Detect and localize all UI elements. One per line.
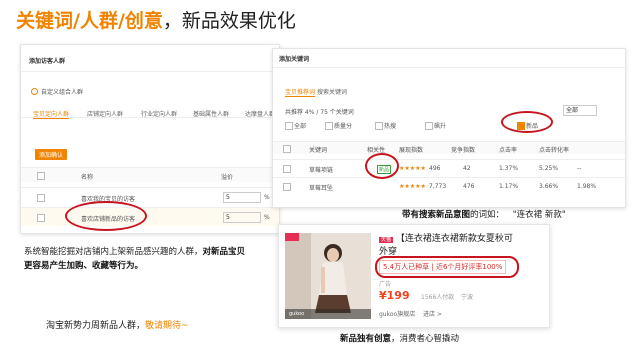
location: 宁波 xyxy=(461,294,474,301)
header-divider xyxy=(273,67,625,68)
tab-shop[interactable]: 店铺定向人群 xyxy=(87,109,123,118)
col-cvr: 点击转化率 xyxy=(539,147,570,154)
header-divider xyxy=(21,71,279,72)
title-highlight: 关键词/人群/创意 xyxy=(16,10,163,32)
filter-hot: 热搜 xyxy=(384,123,397,130)
keyword-count: 共推荐 4% / 75 个关键词 xyxy=(285,109,354,116)
filter-quality: 质量分 xyxy=(334,123,353,130)
keyword-caption-quote: "连衣裙 新款" xyxy=(512,210,566,220)
pct-label: % xyxy=(264,194,270,201)
table-row: 草莓项链 新品 ★★★★★ 496 42 1.37% 5.25% -- xyxy=(273,159,625,176)
audience-caption-a: 系统智能挖掘对店铺内上架新品感兴趣的人群， xyxy=(24,247,203,257)
product-title-line1: 【连衣裙连衣裙新款女夏秋可 xyxy=(395,234,513,244)
row-checkbox[interactable] xyxy=(283,183,291,191)
custom-audience-label: 自定义组合人群 xyxy=(41,89,84,96)
product-card[interactable]: gukoo 天猫 【连衣裙连衣裙新款女夏秋可 外穿 5.4万人已种草 | 近6个… xyxy=(278,224,550,328)
filter-rising: 飙升 xyxy=(434,123,447,130)
product-title[interactable]: 天猫 【连衣裙连衣裙新款女夏秋可 外穿 xyxy=(379,233,543,258)
cvr-value: 3.66% xyxy=(539,183,559,190)
new-force-text: 淘宝新势力周新品人群， xyxy=(46,321,146,331)
model-photo-icon xyxy=(285,233,371,319)
tab-search-keywords[interactable]: 搜索关键词 xyxy=(317,87,347,96)
competition-value: 42 xyxy=(463,165,471,172)
creative-caption: 新品独有创意，消费者心智撬动 xyxy=(340,332,459,344)
filter-checkbox[interactable] xyxy=(285,122,293,130)
tmall-badge: 天猫 xyxy=(379,237,394,243)
shop-name[interactable]: gukoo旗舰店 xyxy=(379,309,415,318)
audience-tab-bar: 宝贝定向人群 店铺定向人群 行业定向人群 基础属性人群 达摩盘人群 xyxy=(21,103,279,119)
hot-ribbon xyxy=(285,233,299,241)
filter-checkbox[interactable] xyxy=(375,122,383,130)
keyword-caption-rest: 的词如： xyxy=(470,210,505,220)
table-row: 喜欢我的宝贝的访客 5 % xyxy=(21,187,279,206)
cvr-value: 5.25% xyxy=(539,165,559,172)
filter-checkbox[interactable] xyxy=(425,122,433,130)
tab-recommend-keywords[interactable]: 宝贝推荐词 xyxy=(285,87,316,97)
keyword-panel-header: 添加关键词 xyxy=(279,56,310,63)
col-name: 名称 xyxy=(81,174,94,181)
impressions-value: 496 xyxy=(429,165,441,172)
radio-icon[interactable] xyxy=(31,88,38,95)
keyword-caption: 带有搜索新品意图的词如： "连衣裙 新款" xyxy=(402,208,566,220)
highlight-oval xyxy=(65,201,147,231)
product-image[interactable] xyxy=(285,233,371,319)
select-all-checkbox[interactable] xyxy=(283,145,291,153)
enter-shop-link[interactable]: 进店 > xyxy=(423,309,442,318)
audience-panel: 添加访客人群 自定义组合人群 宝贝定向人群 店铺定向人群 行业定向人群 基础属性… xyxy=(20,44,280,234)
bid-input[interactable]: 5 xyxy=(223,192,261,203)
image-label: gukoo xyxy=(289,311,305,317)
extra-value: -- xyxy=(577,165,582,172)
new-force-caption: 淘宝新势力周新品人群，敬请期待~ xyxy=(46,318,189,331)
keyword: 草莓项链 xyxy=(309,167,334,174)
ctr-value: 1.37% xyxy=(499,165,519,172)
highlight-oval xyxy=(501,111,553,133)
filter-select[interactable]: 全部 xyxy=(563,105,597,116)
stars-rating: ★★★★★ xyxy=(399,183,426,190)
pct-label: % xyxy=(264,214,270,221)
highlight-oval xyxy=(365,153,399,179)
sold-count: 1566人付款 xyxy=(421,294,455,301)
col-ctr: 点击率 xyxy=(499,147,518,154)
col-impressions: 展现指数 xyxy=(399,147,424,154)
tab-basic[interactable]: 基础属性人群 xyxy=(193,109,229,118)
table-header: 名称 溢价 xyxy=(21,167,279,182)
extra-value: 1.98% xyxy=(577,183,597,190)
title-rest: ，新品效果优化 xyxy=(162,10,296,32)
row-checkbox[interactable] xyxy=(283,165,291,173)
keyword: 草莓耳坠 xyxy=(309,185,334,192)
row-checkbox[interactable] xyxy=(37,214,45,222)
col-keyword: 关键词 xyxy=(309,147,328,154)
ctr-value: 1.17% xyxy=(499,183,519,190)
col-bid: 溢价 xyxy=(221,174,234,181)
audience-caption-b: 对新品宝贝 xyxy=(202,247,246,257)
add-confirm-button[interactable]: 添加确认 xyxy=(35,149,68,160)
tab-item-recommend[interactable]: 宝贝定向人群 xyxy=(33,109,70,119)
product-price: ¥199 xyxy=(379,289,410,302)
impressions-value: 7,773 xyxy=(429,183,447,190)
tab-industry[interactable]: 行业定向人群 xyxy=(141,109,177,118)
page-title: 关键词/人群/创意，新品效果优化 xyxy=(16,6,296,33)
filter-checkbox[interactable] xyxy=(325,122,333,130)
keyword-panel: 添加关键词 宝贝推荐词 搜索关键词 共推荐 4% / 75 个关键词 全部 质量… xyxy=(272,48,626,208)
creative-caption-bold: 新品独有创意 xyxy=(340,334,392,344)
table-row: 喜欢店铺新品的访客 5 % xyxy=(21,207,279,226)
row-checkbox[interactable] xyxy=(37,194,45,202)
filter-all: 全部 xyxy=(294,123,307,130)
audience-caption: 系统智能挖掘对店铺内上架新品感兴趣的人群，对新品宝贝 更容易产生加购、收藏等行为… xyxy=(24,245,245,273)
keyword-caption-bold: 带有搜索新品意图 xyxy=(402,210,471,220)
kw-table-header: 关键词 相关性 展现指数 竞争指数 点击率 点击转化率 xyxy=(273,141,625,154)
creative-caption-rest: ，消费者心智撬动 xyxy=(391,334,460,344)
stars-rating: ★★★★★ xyxy=(399,165,426,172)
competition-value: 476 xyxy=(463,183,475,190)
bid-input[interactable]: 5 xyxy=(223,212,261,223)
coming-soon-text: 敬请期待~ xyxy=(145,321,189,331)
select-all-checkbox[interactable] xyxy=(37,172,45,180)
table-row: 草莓耳坠 ★★★★★ 7,773 476 1.17% 3.66% 1.98% xyxy=(273,177,625,194)
highlight-oval xyxy=(375,256,519,278)
audience-panel-header: 添加访客人群 xyxy=(29,58,66,65)
tab-damopan[interactable]: 达摩盘人群 xyxy=(245,109,275,118)
ad-label: 广告 xyxy=(379,281,392,288)
col-competition: 竞争指数 xyxy=(451,147,476,154)
audience-caption-line2: 更容易产生加购、收藏等行为。 xyxy=(24,261,144,271)
